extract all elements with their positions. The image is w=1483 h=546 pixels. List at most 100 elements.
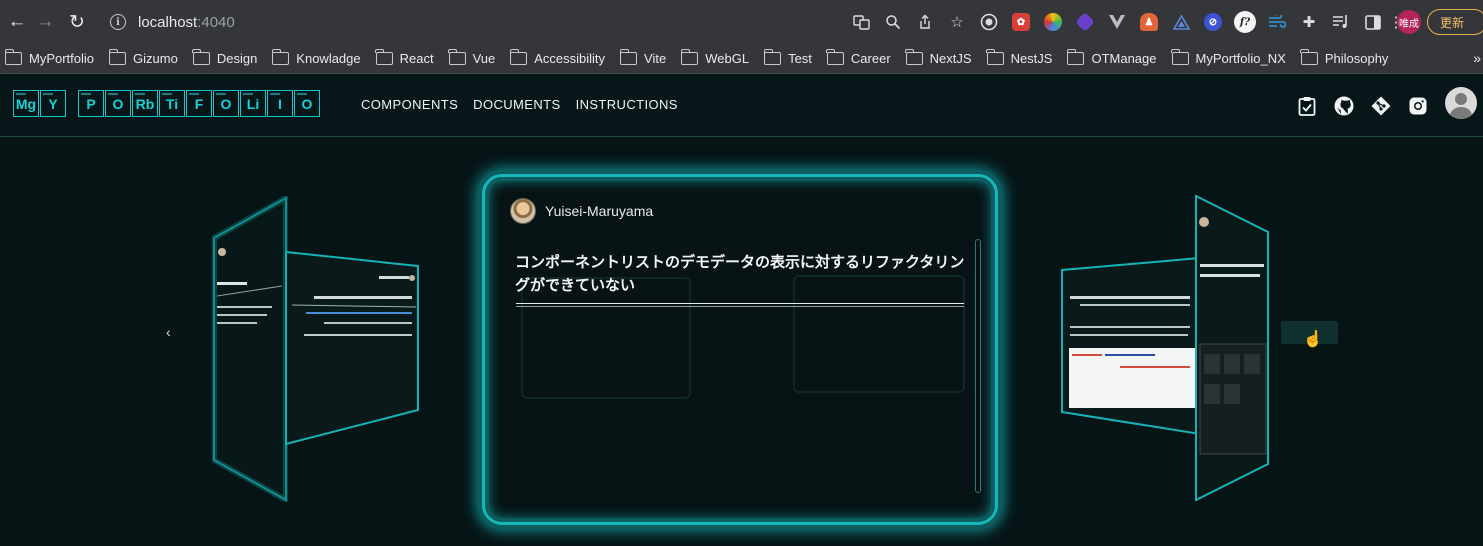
address-bar[interactable]: i localhost:4040 xyxy=(102,6,832,38)
extension-triangle-icon[interactable] xyxy=(1165,9,1197,35)
carousel-card-far-left[interactable] xyxy=(212,196,288,502)
bookmark-item[interactable]: MyPortfolio_NX xyxy=(1171,49,1286,66)
app-header: Mg Y P O Rb Ti F O Li I O COMPONENTS DOCUMENTS INS… xyxy=(0,74,1483,137)
bookmarks-bar: MyPortfolio Gizumo Design Knowladge React Vue… xyxy=(0,44,1483,74)
nav-documents[interactable]: DOCUMENTS xyxy=(473,97,560,112)
logo-element-tile: I xyxy=(267,90,293,117)
folder-icon xyxy=(986,49,1004,65)
reload-icon[interactable]: ↻ xyxy=(62,7,92,37)
bookmark-label: MyPortfolio_NX xyxy=(1195,51,1286,66)
profile-avatar[interactable]: 唯成 xyxy=(1397,10,1421,34)
bookmark-item[interactable]: Career xyxy=(826,49,891,66)
folder-icon xyxy=(192,49,210,65)
clipboard-check-icon[interactable] xyxy=(1297,96,1317,116)
bookmark-label: Test xyxy=(788,51,812,66)
bookmark-item[interactable]: Vite xyxy=(619,49,667,66)
logo-element-tile xyxy=(67,90,77,117)
bookmark-label: MyPortfolio xyxy=(29,51,95,66)
extension-color-wheel-icon[interactable] xyxy=(1037,9,1069,35)
main-nav: COMPONENTS DOCUMENTS INSTRUCTIONS xyxy=(361,97,678,112)
share-icon[interactable] xyxy=(909,9,941,35)
bookmark-label: Accessibility xyxy=(534,51,606,66)
github-icon[interactable] xyxy=(1334,96,1354,116)
bookmark-item[interactable]: Philosophy xyxy=(1300,49,1389,66)
bookmark-label: Knowladge xyxy=(296,51,361,66)
bookmark-item[interactable]: Knowladge xyxy=(271,49,361,66)
folder-icon xyxy=(108,49,127,65)
folder-icon xyxy=(448,49,466,65)
extension-person-icon[interactable]: ♟ xyxy=(1133,9,1165,35)
hand-pointer-icon: ☝ xyxy=(1303,331,1323,348)
extension-circle-icon[interactable] xyxy=(973,9,1005,35)
extension-vue-icon[interactable] xyxy=(1101,9,1133,35)
carousel: ‹ Yuisei-Maruyama コンポーネントリストのデモデータの表示に対す… xyxy=(0,138,1483,546)
bookmark-label: Design xyxy=(216,51,258,66)
bookmark-label: OTManage xyxy=(1091,51,1157,66)
logo-element-tile: Rb xyxy=(132,90,158,117)
folder-icon xyxy=(1300,49,1318,65)
forward-arrow-icon[interactable]: → xyxy=(30,7,60,37)
carousel-card-right[interactable] xyxy=(1060,256,1202,436)
logo-element-tile: Li xyxy=(240,90,266,117)
folder-icon xyxy=(1066,49,1085,65)
bookmark-star-icon[interactable]: ☆ xyxy=(941,9,973,35)
card-author: Yuisei-Maruyama xyxy=(510,198,653,224)
bookmark-item[interactable]: MyPortfolio xyxy=(4,49,95,66)
extension-red-icon[interactable]: ✿ xyxy=(1005,9,1037,35)
card-divider xyxy=(516,303,964,307)
bookmark-label: WebGL xyxy=(705,51,750,66)
bookmark-item[interactable]: Design xyxy=(192,49,258,66)
bookmark-label: NextJS xyxy=(929,51,972,66)
site-logo[interactable]: Mg Y P O Rb Ti F O Li I O xyxy=(13,90,321,117)
bookmark-label: React xyxy=(399,51,434,66)
update-button[interactable]: 更新 xyxy=(1427,9,1483,35)
bookmark-item[interactable]: NestJS xyxy=(986,49,1053,66)
bookmark-label: Vite xyxy=(644,51,667,66)
bookmarks-overflow-button[interactable]: » xyxy=(1473,50,1481,66)
extension-purple-icon[interactable] xyxy=(1069,9,1101,35)
reading-list-icon[interactable] xyxy=(1325,9,1357,35)
bookmark-item[interactable]: Test xyxy=(763,49,812,66)
bookmark-item[interactable]: WebGL xyxy=(680,49,750,66)
carousel-card-active[interactable]: Yuisei-Maruyama コンポーネントリストのデモデータの表示に対するリ… xyxy=(482,174,998,525)
bookmark-label: NestJS xyxy=(1010,51,1053,66)
logo-element-tile: O xyxy=(105,90,131,117)
zoom-icon[interactable] xyxy=(877,9,909,35)
translate-icon[interactable] xyxy=(845,9,877,35)
author-avatar xyxy=(510,198,536,224)
logo-element-tile: O xyxy=(213,90,239,117)
folder-icon xyxy=(826,49,844,65)
extensions-puzzle-icon[interactable]: ✚ xyxy=(1293,9,1325,35)
git-diamond-icon[interactable] xyxy=(1371,96,1391,116)
instagram-icon[interactable] xyxy=(1408,96,1428,116)
bookmark-item[interactable]: React xyxy=(375,49,434,66)
carousel-card-far-right[interactable] xyxy=(1194,194,1270,502)
bookmark-item[interactable]: Gizumo xyxy=(108,49,178,66)
card-scrollbar[interactable] xyxy=(975,239,981,493)
nav-components[interactable]: COMPONENTS xyxy=(361,97,458,112)
nav-instructions[interactable]: INSTRUCTIONS xyxy=(576,97,678,112)
side-panel-icon[interactable] xyxy=(1357,9,1389,35)
bookmark-item[interactable]: OTManage xyxy=(1066,49,1157,66)
back-arrow-icon[interactable]: ← xyxy=(2,7,32,37)
card-title: コンポーネントリストのデモデータの表示に対するリファクタリングができていない xyxy=(515,254,965,294)
site-info-icon[interactable]: i xyxy=(110,14,126,30)
folder-icon xyxy=(4,49,22,65)
extension-blue-circle-icon[interactable]: ⊘ xyxy=(1197,9,1229,35)
logo-element-tile: P xyxy=(78,90,104,117)
extension-wind-icon[interactable] xyxy=(1261,9,1293,35)
bookmark-label: Philosophy xyxy=(1324,51,1389,66)
logo-element-tile: Y xyxy=(40,90,66,117)
bookmark-item[interactable]: Vue xyxy=(448,49,495,66)
user-avatar[interactable] xyxy=(1445,87,1477,119)
folder-icon xyxy=(271,49,290,65)
carousel-card-left[interactable] xyxy=(284,250,422,446)
extension-font-icon[interactable]: f? xyxy=(1229,9,1261,35)
author-name: Yuisei-Maruyama xyxy=(545,203,654,219)
folder-icon xyxy=(509,49,528,65)
browser-toolbar: ← → ↻ i localhost:4040 ☆ ✿ ♟ ⊘ f? ✚ ⋮ 唯成… xyxy=(0,0,1483,44)
carousel-prev-button[interactable]: ‹ xyxy=(166,324,171,340)
url-host: localhost xyxy=(138,13,198,31)
bookmark-item[interactable]: Accessibility xyxy=(509,49,606,66)
bookmark-item[interactable]: NextJS xyxy=(905,49,972,66)
